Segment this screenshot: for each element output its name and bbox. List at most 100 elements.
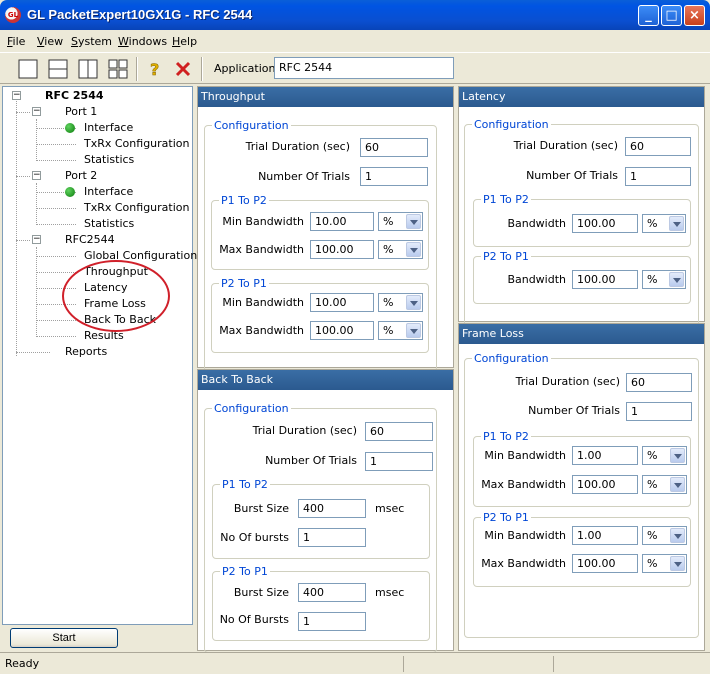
chevron-down-icon[interactable] bbox=[670, 477, 685, 492]
frame-loss-p2p1-max-input[interactable]: 100.00 bbox=[572, 554, 638, 573]
latency-p2p1-bandwidth-input[interactable]: 100.00 bbox=[572, 270, 638, 289]
back-to-back-p1p2-bursts-input[interactable]: 1 bbox=[298, 528, 366, 547]
throughput-panel-title: Throughput bbox=[198, 87, 453, 107]
throughput-p2p1-max-unit-select[interactable]: % bbox=[378, 321, 423, 340]
frame-loss-trial-duration-input[interactable]: 60 bbox=[626, 373, 692, 392]
menu-help[interactable]: Help bbox=[172, 35, 197, 48]
maximize-button[interactable]: □ bbox=[661, 5, 682, 26]
latency-trial-duration-input[interactable]: 60 bbox=[625, 137, 691, 156]
tree-reports[interactable]: Reports bbox=[65, 345, 107, 358]
title-bar[interactable]: GL GL PacketExpert10GX1G - RFC 2544 _ □ … bbox=[0, 0, 710, 30]
annotation-circle bbox=[62, 260, 170, 332]
chevron-down-icon[interactable] bbox=[670, 448, 685, 463]
tree-root-rfc2544[interactable]: RFC 2544 bbox=[45, 89, 104, 102]
application-field[interactable]: RFC 2544 bbox=[274, 57, 454, 79]
frame-loss-panel-title: Frame Loss bbox=[459, 324, 704, 344]
back-to-back-p2p1-burst-size-input[interactable]: 400 bbox=[298, 583, 366, 602]
toolbar-separator bbox=[201, 57, 203, 81]
latency-p1p2-group: P1 To P2 Bandwidth 100.00 % bbox=[473, 193, 691, 247]
app-logo-icon: GL bbox=[5, 7, 21, 23]
chevron-down-icon[interactable] bbox=[669, 216, 684, 231]
throughput-p2p1-max-input[interactable]: 100.00 bbox=[310, 321, 374, 340]
status-separator bbox=[553, 656, 554, 672]
back-to-back-p1p2-group: P1 To P2 Burst Size 400 msec No Of burst… bbox=[212, 478, 430, 559]
close-x-icon[interactable] bbox=[172, 58, 194, 80]
menu-bar: File View System Windows Help bbox=[0, 30, 710, 52]
tree-port2-interface[interactable]: Interface bbox=[84, 185, 133, 198]
close-window-button[interactable]: × bbox=[684, 5, 705, 26]
back-to-back-p2p1-group: P2 To P1 Burst Size 400 msec No Of Burst… bbox=[212, 565, 430, 641]
chevron-down-icon[interactable] bbox=[670, 556, 685, 571]
back-to-back-trial-duration-input[interactable]: 60 bbox=[365, 422, 433, 441]
latency-p1p2-unit-select[interactable]: % bbox=[642, 214, 686, 233]
latency-panel-title: Latency bbox=[459, 87, 704, 107]
back-to-back-configuration-group: Configuration Trial Duration (sec) 60 Nu… bbox=[204, 402, 437, 653]
frame-loss-p2p1-group: P2 To P1 Min Bandwidth 1.00 % Max Bandwi… bbox=[473, 511, 691, 587]
throughput-p1p2-min-unit-select[interactable]: % bbox=[378, 212, 423, 231]
tree-port1-statistics[interactable]: Statistics bbox=[84, 153, 134, 166]
throughput-configuration-group: Configuration Trial Duration (sec) 60 Nu… bbox=[204, 119, 437, 372]
collapse-port1-toggle[interactable]: − bbox=[32, 107, 41, 116]
back-to-back-panel-title: Back To Back bbox=[198, 370, 453, 390]
menu-file[interactable]: File bbox=[7, 35, 25, 48]
chevron-down-icon[interactable] bbox=[669, 272, 684, 287]
throughput-p2p1-min-unit-select[interactable]: % bbox=[378, 293, 423, 312]
latency-p2p1-unit-select[interactable]: % bbox=[642, 270, 686, 289]
toolbar-separator bbox=[136, 57, 138, 81]
back-to-back-panel: Back To Back Configuration Trial Duratio… bbox=[197, 369, 454, 653]
tree-rfc2544[interactable]: RFC2544 bbox=[65, 233, 115, 246]
quad-view-icon[interactable] bbox=[107, 58, 129, 80]
chevron-down-icon[interactable] bbox=[406, 242, 421, 257]
chevron-down-icon[interactable] bbox=[406, 323, 421, 338]
tree-port1-interface[interactable]: Interface bbox=[84, 121, 133, 134]
frame-loss-num-trials-input[interactable]: 1 bbox=[626, 402, 692, 421]
latency-p1p2-bandwidth-input[interactable]: 100.00 bbox=[572, 214, 638, 233]
split-horizontal-icon[interactable] bbox=[47, 58, 69, 80]
back-to-back-p2p1-bursts-input[interactable]: 1 bbox=[298, 612, 366, 631]
chevron-down-icon[interactable] bbox=[406, 295, 421, 310]
collapse-rfc2544-toggle[interactable]: − bbox=[32, 235, 41, 244]
svg-text:?: ? bbox=[150, 60, 159, 79]
menu-windows[interactable]: Windows bbox=[118, 35, 167, 48]
tree-global-configuration[interactable]: Global Configuration bbox=[84, 249, 197, 262]
frame-loss-p2p1-min-input[interactable]: 1.00 bbox=[572, 526, 638, 545]
chevron-down-icon[interactable] bbox=[406, 214, 421, 229]
frame-loss-p2p1-max-unit-select[interactable]: % bbox=[642, 554, 687, 573]
menu-view[interactable]: View bbox=[37, 35, 63, 48]
throughput-trial-duration-input[interactable]: 60 bbox=[360, 138, 428, 157]
frame-loss-p1p2-min-unit-select[interactable]: % bbox=[642, 446, 687, 465]
throughput-p2p1-min-input[interactable]: 10.00 bbox=[310, 293, 374, 312]
frame-loss-p2p1-min-unit-select[interactable]: % bbox=[642, 526, 687, 545]
chevron-down-icon[interactable] bbox=[670, 528, 685, 543]
tree-port1[interactable]: Port 1 bbox=[65, 105, 97, 118]
single-view-icon[interactable] bbox=[17, 58, 39, 80]
frame-loss-p1p2-max-unit-select[interactable]: % bbox=[642, 475, 687, 494]
throughput-p2p1-group: P2 To P1 Min Bandwidth 10.00 % Max Bandw… bbox=[211, 277, 429, 353]
throughput-num-trials-input[interactable]: 1 bbox=[360, 167, 428, 186]
collapse-root-toggle[interactable]: − bbox=[12, 91, 21, 100]
tree-port2-statistics[interactable]: Statistics bbox=[84, 217, 134, 230]
split-vertical-icon[interactable] bbox=[77, 58, 99, 80]
throughput-p1p2-max-input[interactable]: 100.00 bbox=[310, 240, 374, 259]
throughput-p1p2-max-unit-select[interactable]: % bbox=[378, 240, 423, 259]
minimize-button[interactable]: _ bbox=[638, 5, 659, 26]
back-to-back-num-trials-input[interactable]: 1 bbox=[365, 452, 433, 471]
latency-num-trials-input[interactable]: 1 bbox=[625, 167, 691, 186]
status-dot-icon bbox=[65, 123, 75, 133]
tree-port2-txrx[interactable]: TxRx Configuration bbox=[84, 201, 189, 214]
help-icon[interactable]: ? bbox=[143, 58, 165, 80]
menu-system[interactable]: System bbox=[71, 35, 112, 48]
tree-port1-txrx[interactable]: TxRx Configuration bbox=[84, 137, 189, 150]
start-button[interactable]: Start bbox=[10, 628, 118, 648]
frame-loss-p1p2-min-input[interactable]: 1.00 bbox=[572, 446, 638, 465]
window-title: GL PacketExpert10GX1G - RFC 2544 bbox=[27, 7, 253, 22]
throughput-panel: Throughput Configuration Trial Duration … bbox=[197, 86, 454, 372]
application-label: Application: bbox=[214, 62, 280, 75]
frame-loss-p1p2-group: P1 To P2 Min Bandwidth 1.00 % Max Bandwi… bbox=[473, 430, 691, 507]
frame-loss-p1p2-max-input[interactable]: 100.00 bbox=[572, 475, 638, 494]
back-to-back-p1p2-burst-size-input[interactable]: 400 bbox=[298, 499, 366, 518]
tree-port2[interactable]: Port 2 bbox=[65, 169, 97, 182]
throughput-p1p2-min-input[interactable]: 10.00 bbox=[310, 212, 374, 231]
collapse-port2-toggle[interactable]: − bbox=[32, 171, 41, 180]
frame-loss-configuration-group: Configuration Trial Duration (sec) 60 Nu… bbox=[464, 352, 699, 638]
